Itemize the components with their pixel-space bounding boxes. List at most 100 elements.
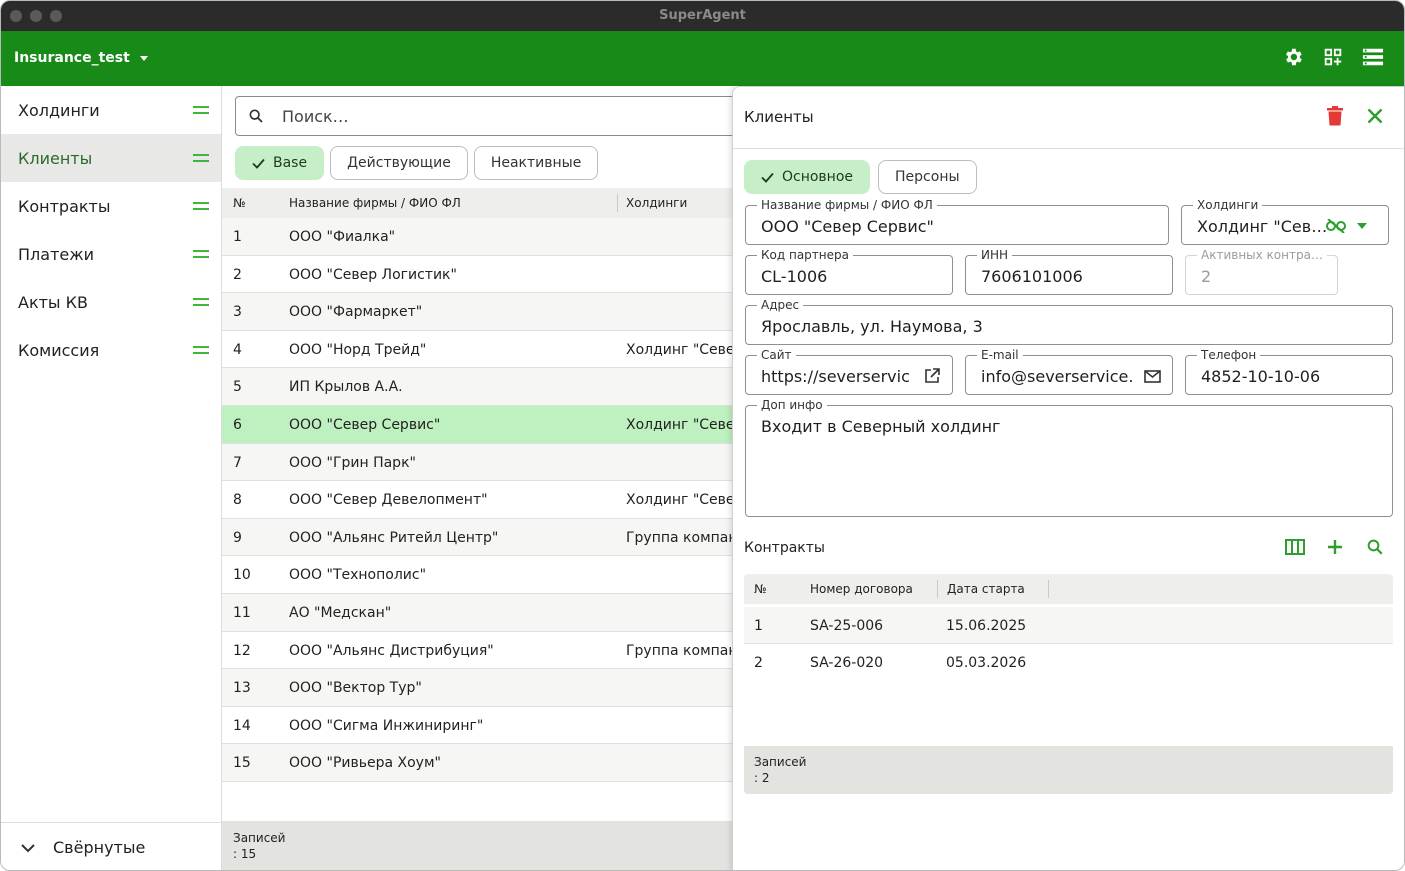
address-field[interactable]: Адрес Ярославль, ул. Наумова, 3 bbox=[745, 298, 1393, 345]
delete-icon[interactable] bbox=[1324, 105, 1346, 127]
additional-info-field[interactable]: Доп инфо Входит в Северный холдинг bbox=[745, 398, 1393, 517]
filter-chips: Base Действующие Неактивные bbox=[235, 146, 599, 180]
check-icon bbox=[761, 172, 774, 183]
mail-icon[interactable] bbox=[1142, 366, 1162, 386]
sidebar-item-holdings[interactable]: Холдинги bbox=[1, 86, 221, 134]
company-name-field[interactable]: Название фирмы / ФИО ФЛ ООО "Север Серви… bbox=[745, 198, 1169, 245]
phone-field[interactable]: Телефон 4852-10-10-06 bbox=[1185, 348, 1393, 395]
chip-label: Действующие bbox=[347, 155, 451, 171]
cell-num: 14 bbox=[233, 717, 251, 734]
table-header: № Название фирмы / ФИО ФЛ Холдинги bbox=[222, 188, 742, 218]
email-field[interactable]: E-mail info@severservice. bbox=[965, 348, 1173, 395]
table-row[interactable]: 6 ООО "Север Сервис" Холдинг "Севе bbox=[222, 405, 742, 444]
table-row[interactable]: 2 SA-26-020 05.03.2026 bbox=[744, 644, 1393, 681]
sidebar-item-acts[interactable]: Акты КВ bbox=[1, 278, 221, 326]
drag-handle-icon[interactable] bbox=[193, 106, 209, 114]
column-header-contract-number[interactable]: Номер договора bbox=[810, 582, 913, 596]
columns-icon[interactable] bbox=[1284, 536, 1306, 558]
inn-field[interactable]: ИНН 7606101006 bbox=[965, 248, 1173, 295]
contracts-table-header: № Номер договора Дата старта bbox=[744, 574, 1393, 604]
gear-icon[interactable] bbox=[1282, 46, 1304, 68]
drag-handle-icon[interactable] bbox=[193, 250, 209, 258]
column-resize-handle[interactable] bbox=[937, 580, 938, 598]
field-label: Код партнера bbox=[757, 248, 853, 262]
contracts-table-body: 1 SA-25-006 15.06.2025 2 SA-26-020 05.03.2026 bbox=[744, 607, 1393, 681]
field-label: Доп инфо bbox=[757, 398, 827, 412]
table-row[interactable]: 7 ООО "Грин Парк" bbox=[222, 443, 742, 482]
records-value: : 15 bbox=[233, 847, 257, 861]
cell-contract-number: SA-25-006 bbox=[810, 618, 884, 634]
field-label: Сайт bbox=[757, 348, 796, 362]
cell-num: 8 bbox=[233, 492, 242, 509]
table-row[interactable]: 13 ООО "Вектор Тур" bbox=[222, 669, 742, 707]
column-resize-handle[interactable] bbox=[617, 194, 618, 212]
dropdown-arrow-icon[interactable] bbox=[1352, 216, 1372, 236]
cell-name: ООО "Север Логистик" bbox=[289, 266, 457, 283]
drag-handle-icon[interactable] bbox=[193, 154, 209, 162]
table-row[interactable]: 10 ООО "Технополис" bbox=[222, 556, 742, 594]
filter-chip-active[interactable]: Действующие bbox=[330, 146, 468, 180]
table-row[interactable]: 11 АО "Медскан" bbox=[222, 593, 742, 632]
tab-main[interactable]: Основное bbox=[744, 160, 871, 194]
cell-name: ООО "Вектор Тур" bbox=[289, 680, 422, 697]
holding-select[interactable]: Холдинги Холдинг "Север… bbox=[1181, 198, 1389, 245]
sidebar-item-contracts[interactable]: Контракты bbox=[1, 182, 221, 230]
close-icon[interactable] bbox=[1364, 105, 1386, 127]
table-row[interactable]: 5 ИП Крылов А.А. bbox=[222, 368, 742, 406]
field-label: Холдинги bbox=[1193, 198, 1263, 212]
sidebar-item-label: Холдинги bbox=[18, 100, 100, 120]
table-row[interactable]: 3 ООО "Фармаркет" bbox=[222, 293, 742, 331]
sidebar: Холдинги Клиенты Контракты Платежи Акты … bbox=[1, 86, 222, 870]
caret-down-icon bbox=[139, 55, 148, 61]
database-selector[interactable]: Insurance_test bbox=[14, 50, 148, 66]
column-header-num[interactable]: № bbox=[233, 196, 245, 210]
records-label: Записей bbox=[233, 831, 286, 845]
sidebar-item-clients[interactable]: Клиенты bbox=[1, 134, 221, 182]
drag-handle-icon[interactable] bbox=[193, 298, 209, 306]
search-input[interactable] bbox=[282, 106, 682, 126]
sidebar-item-label: Контракты bbox=[18, 196, 111, 216]
drag-handle-icon[interactable] bbox=[193, 202, 209, 210]
cell-name: ООО "Альянс Дистрибуция" bbox=[289, 642, 494, 659]
filter-chip-base[interactable]: Base bbox=[235, 146, 325, 180]
cell-num: 13 bbox=[233, 680, 251, 697]
partner-code-field[interactable]: Код партнера CL-1006 bbox=[745, 248, 953, 295]
contracts-section-title: Контракты bbox=[744, 540, 825, 556]
table-row[interactable]: 1 SA-25-006 15.06.2025 bbox=[744, 607, 1393, 644]
column-header-holding[interactable]: Холдинги bbox=[626, 196, 687, 210]
collapsed-section-toggle[interactable]: Свёрнутые bbox=[1, 822, 222, 870]
panel-tabs: Основное Персоны bbox=[744, 160, 977, 194]
database-name: Insurance_test bbox=[14, 50, 130, 66]
field-value: 7606101006 bbox=[981, 267, 1083, 286]
field-label: Адрес bbox=[757, 298, 804, 312]
table-row[interactable]: 12 ООО "Альянс Дистрибуция" Группа компан bbox=[222, 631, 742, 670]
search-box[interactable] bbox=[235, 96, 755, 136]
app-window: SuperAgent Insurance_test Холдинги Клиен… bbox=[0, 0, 1405, 871]
column-header-num[interactable]: № bbox=[754, 582, 766, 596]
add-icon[interactable] bbox=[1324, 536, 1346, 558]
column-header-name[interactable]: Название фирмы / ФИО ФЛ bbox=[289, 196, 461, 210]
cell-num: 12 bbox=[233, 642, 251, 659]
open-external-icon[interactable] bbox=[922, 366, 942, 386]
search-icon[interactable] bbox=[1364, 536, 1386, 558]
field-label: Телефон bbox=[1197, 348, 1261, 362]
tab-persons[interactable]: Персоны bbox=[878, 160, 977, 194]
table-row[interactable]: 8 ООО "Север Девелопмент" Холдинг "Севе bbox=[222, 481, 742, 519]
table-row[interactable]: 1 ООО "Фиалка" bbox=[222, 218, 742, 256]
cell-num: 6 bbox=[233, 416, 242, 433]
table-row[interactable]: 9 ООО "Альянс Ритейл Центр" Группа компан bbox=[222, 518, 742, 557]
table-row[interactable]: 15 ООО "Ривьера Хоум" bbox=[222, 744, 742, 782]
table-row[interactable]: 14 ООО "Сигма Инжиниринг" bbox=[222, 706, 742, 745]
qr-add-icon[interactable] bbox=[1322, 46, 1344, 68]
sidebar-item-commission[interactable]: Комиссия bbox=[1, 326, 221, 374]
column-resize-handle[interactable] bbox=[1048, 580, 1049, 598]
link-off-icon[interactable] bbox=[1326, 216, 1346, 236]
website-field[interactable]: Сайт https://severservic bbox=[745, 348, 953, 395]
drag-handle-icon[interactable] bbox=[193, 346, 209, 354]
table-row[interactable]: 2 ООО "Север Логистик" bbox=[222, 255, 742, 294]
sidebar-item-payments[interactable]: Платежи bbox=[1, 230, 221, 278]
column-header-start-date[interactable]: Дата старта bbox=[947, 582, 1025, 596]
list-view-icon[interactable] bbox=[1362, 46, 1384, 68]
filter-chip-inactive[interactable]: Неактивные bbox=[473, 146, 599, 180]
table-row[interactable]: 4 ООО "Норд Трейд" Холдинг "Севе bbox=[222, 330, 742, 369]
